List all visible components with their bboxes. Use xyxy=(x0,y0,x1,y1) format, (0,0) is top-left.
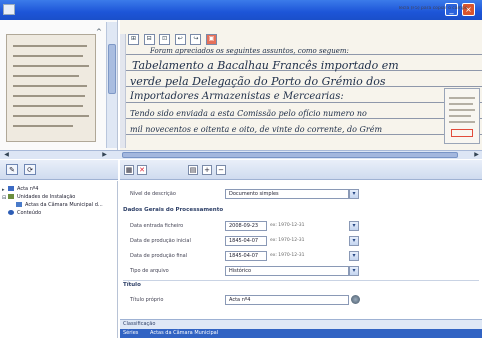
hierarchy-tree: ▸ Acta nº4 ⊟ Unidades de Instalação Acta… xyxy=(0,181,118,338)
document-viewer[interactable]: ⊞ ⊟ ⊡ ↩ ↪ ▣ Foram apreciados os seguinte… xyxy=(120,20,482,150)
handwriting-line: Importadores Armazenistas e Mercearias: xyxy=(130,91,344,102)
divider xyxy=(123,280,479,281)
tipo-select[interactable]: Histórico xyxy=(225,266,349,276)
section-titulo: Título xyxy=(123,282,141,288)
globe-icon[interactable] xyxy=(351,295,360,304)
handwriting-line: Tendo sido enviada a esta Comissão pelo … xyxy=(130,109,367,118)
add-field-icon[interactable]: + xyxy=(202,165,212,175)
form-icon[interactable]: ▤ xyxy=(188,165,198,175)
viewer-gutter xyxy=(120,34,126,148)
ruled-line xyxy=(126,118,482,119)
calendar-icon[interactable]: ▾ xyxy=(349,221,359,231)
titulo-field[interactable]: Acta nº4 xyxy=(225,295,349,305)
save-icon[interactable]: ▦ xyxy=(124,165,134,175)
handwriting-line: Tabelamento a Bacalhau Francês importado… xyxy=(132,59,399,72)
thumbnail-scrollbar[interactable] xyxy=(106,22,117,148)
horizontal-scroll-thumb[interactable] xyxy=(122,152,458,158)
classificacao-title: Classificação xyxy=(123,321,156,327)
date-format-hint: ex: 1970-12-31 xyxy=(270,223,305,228)
edit-icon[interactable]: ✎ xyxy=(6,164,18,175)
nivel-label: Nível de descrição xyxy=(130,191,176,197)
description-form: Nível de descrição Documento simples ▾ D… xyxy=(120,181,482,338)
image-settings-icon[interactable]: ▣ xyxy=(205,34,217,45)
tree-item-actas-camara[interactable]: Actas da Câmara Municipal d... xyxy=(16,202,103,208)
delete-icon[interactable]: ✕ xyxy=(137,165,147,175)
tree-item-label: Conteúdo xyxy=(17,210,42,216)
rotate-left-icon[interactable]: ↩ xyxy=(174,34,186,45)
scroll-left-icon[interactable]: ◀ xyxy=(2,151,11,159)
handwriting-line: mil novecentos e oitenta e oito, de vint… xyxy=(130,125,383,134)
chevron-down-icon[interactable]: ▾ xyxy=(349,266,359,276)
data-entrada-label: Data entrada ficheiro xyxy=(130,223,184,229)
thumbnail-scroll-thumb[interactable] xyxy=(108,44,116,94)
tree-toolbar: ✎ ⟳ xyxy=(0,160,118,180)
ruled-line xyxy=(126,134,482,135)
fit-width-icon[interactable]: ⊟ xyxy=(143,34,155,45)
handwriting-line: Foram apreciados os seguintes assuntos, … xyxy=(150,47,349,55)
data-entrada-field[interactable]: 2008-09-23 xyxy=(225,221,267,231)
rotate-right-icon[interactable]: ↪ xyxy=(190,34,202,45)
navigator-selection[interactable] xyxy=(451,129,473,137)
tree-item-label: Acta nº4 xyxy=(17,186,39,192)
calendar-icon[interactable]: ▾ xyxy=(349,251,359,261)
app-icon xyxy=(3,4,15,15)
handwriting-line: verde pela Delegação do Porto do Grémio … xyxy=(130,75,386,88)
classificacao-header: Classificação xyxy=(120,319,482,329)
tree-item-unidades[interactable]: Unidades de Instalação xyxy=(8,194,75,200)
content-icon xyxy=(8,210,14,215)
collapse-icon[interactable]: ⊟ xyxy=(2,195,7,201)
scroll-right-icon[interactable]: ▶ xyxy=(100,151,109,159)
data-final-field[interactable]: 1845-04-07 xyxy=(225,251,267,261)
tree-item-label: Unidades de Instalação xyxy=(17,194,76,200)
series-row[interactable]: Séries Actas da Câmara Municipal xyxy=(120,329,482,338)
date-format-hint: ex: 1970-12-31 xyxy=(270,238,305,243)
link-icon xyxy=(16,202,22,207)
folder-icon xyxy=(8,194,14,199)
data-final-label: Data de produção final xyxy=(130,253,188,259)
tipo-label: Tipo de arquivo xyxy=(130,268,169,274)
page-thumbnail[interactable] xyxy=(6,34,96,142)
chevron-up-icon[interactable]: ^ xyxy=(96,28,106,38)
series-value: Actas da Câmara Municipal xyxy=(150,330,219,336)
refresh-icon[interactable]: ⟳ xyxy=(24,164,36,175)
calendar-icon[interactable]: ▾ xyxy=(349,236,359,246)
section-dados-gerais: Dados Gerais do Processamento xyxy=(123,207,224,213)
form-toolbar: ▦ ✕ ▤ + − xyxy=(120,160,482,180)
remove-field-icon[interactable]: − xyxy=(216,165,226,175)
copy-field-hint: Tecla (F5) para copiar o campo xyxy=(398,6,468,11)
data-inicial-label: Data de produção inicial xyxy=(130,238,191,244)
thumbnail-pane: ^ xyxy=(0,20,118,150)
tree-item-conteudo[interactable]: Conteúdo xyxy=(8,210,41,216)
ruled-line xyxy=(126,102,482,103)
series-label: Séries xyxy=(123,330,139,336)
date-format-hint: ex: 1970-12-31 xyxy=(270,253,305,258)
viewer-toolbar: ⊞ ⊟ ⊡ ↩ ↪ ▣ xyxy=(128,34,220,45)
tree-item-acta[interactable]: Acta nº4 xyxy=(8,186,38,192)
fit-page-icon[interactable]: ⊞ xyxy=(128,34,139,45)
chevron-down-icon[interactable]: ▾ xyxy=(349,189,359,199)
titulo-label: Título próprio xyxy=(130,297,164,303)
actual-size-icon[interactable]: ⊡ xyxy=(159,34,171,45)
document-icon xyxy=(8,186,14,191)
expand-icon[interactable]: ▸ xyxy=(2,187,7,193)
tree-item-label: Actas da Câmara Municipal d... xyxy=(25,202,103,208)
page-navigator[interactable] xyxy=(444,88,480,144)
nivel-select[interactable]: Documento simples xyxy=(225,189,349,199)
data-inicial-field[interactable]: 1845-04-07 xyxy=(225,236,267,246)
viewer-horizontal-scrollbar[interactable]: ◀ ▶ ▶ xyxy=(0,150,482,159)
scroll-right-icon[interactable]: ▶ xyxy=(472,151,481,159)
